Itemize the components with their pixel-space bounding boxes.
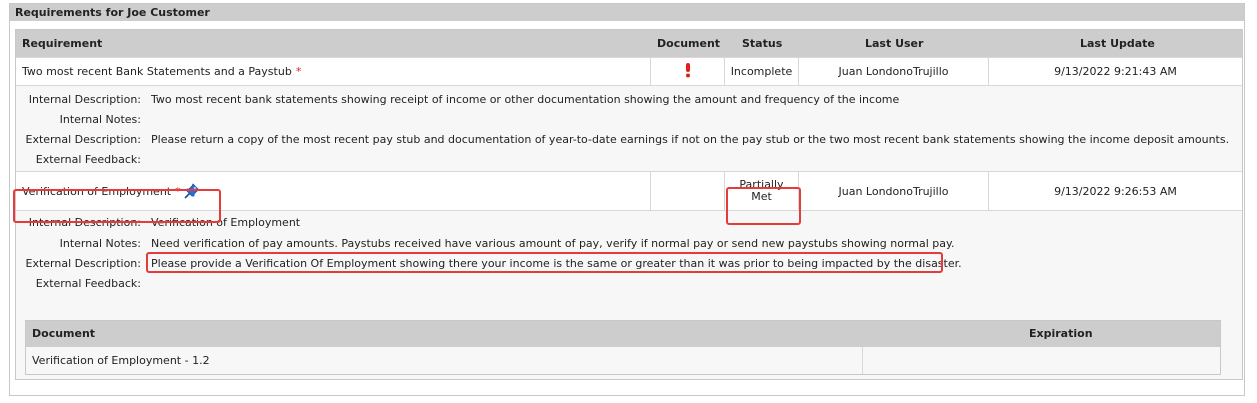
highlight-box-status xyxy=(726,187,801,225)
detail-line: Internal Description: Two most recent ba… xyxy=(16,90,1242,110)
external-description-label: External Description: xyxy=(25,133,142,146)
header-last-update: Last Update xyxy=(1080,37,1155,50)
external-feedback-label: External Feedback: xyxy=(35,153,141,166)
internal-description-label: Internal Description: xyxy=(28,93,141,106)
detail-line: Internal Notes: xyxy=(16,110,1242,130)
table-row[interactable]: Verification of Employment - 1.2 xyxy=(26,347,1220,374)
required-marker: * xyxy=(295,65,302,78)
header-expiration: Expiration xyxy=(1029,327,1093,340)
header-document: Document xyxy=(32,327,96,340)
expiration-cell xyxy=(863,347,1220,374)
detail-line: Internal Notes: Need verification of pay… xyxy=(16,234,1242,254)
header-last-user: Last User xyxy=(865,37,924,50)
header-document: Document xyxy=(657,37,721,50)
header-status: Status xyxy=(742,37,783,50)
documents-table: Document Expiration Verification of Empl… xyxy=(25,320,1221,375)
requirement-cell: Two most recent Bank Statements and a Pa… xyxy=(16,58,651,85)
highlight-box-requirement xyxy=(13,189,221,223)
detail-line: External Feedback: xyxy=(16,150,1242,170)
external-description-value: Please return a copy of the most recent … xyxy=(151,133,1230,146)
last-user-text: Juan LondonoTrujillo xyxy=(838,184,949,198)
header-requirement: Requirement xyxy=(22,37,103,50)
last-user-cell: Juan LondonoTrujillo xyxy=(799,58,989,85)
panel-title: Requirements for Joe Customer xyxy=(10,4,1244,21)
document-cell xyxy=(651,58,725,85)
internal-notes-label: Internal Notes: xyxy=(59,113,141,126)
last-user-cell: Juan LondonoTrujillo xyxy=(799,172,989,210)
detail-line: External Description: Please return a co… xyxy=(16,130,1242,150)
document-cell xyxy=(651,172,725,210)
requirement-name[interactable]: Two most recent Bank Statements and a Pa… xyxy=(22,65,292,78)
requirement-details: Internal Description: Two most recent ba… xyxy=(16,85,1242,171)
documents-header: Document Expiration xyxy=(26,321,1220,347)
last-update-text: 9/13/2022 9:26:53 AM xyxy=(1054,184,1177,198)
table-row[interactable]: Two most recent Bank Statements and a Pa… xyxy=(16,57,1242,85)
highlight-box-internal-notes xyxy=(146,252,943,273)
internal-notes-value: Need verification of pay amounts. Paystu… xyxy=(151,237,955,250)
last-update-text: 9/13/2022 9:21:43 AM xyxy=(1054,65,1177,78)
external-description-label: External Description: xyxy=(25,257,142,270)
internal-notes-label: Internal Notes: xyxy=(59,237,141,250)
status-text: Incomplete xyxy=(730,65,793,78)
last-update-cell: 9/13/2022 9:26:53 AM xyxy=(989,172,1242,210)
document-name-cell: Verification of Employment - 1.2 xyxy=(26,347,863,374)
last-update-cell: 9/13/2022 9:21:43 AM xyxy=(989,58,1242,85)
internal-description-value: Two most recent bank statements showing … xyxy=(151,93,900,106)
table-header: Requirement Document Status Last User La… xyxy=(16,30,1242,57)
document-name[interactable]: Verification of Employment - 1.2 xyxy=(32,354,210,367)
status-cell: Incomplete xyxy=(725,58,799,85)
detail-line: External Feedback: xyxy=(16,274,1242,294)
external-feedback-label: External Feedback: xyxy=(35,277,141,290)
requirements-panel: Requirements for Joe Customer Requiremen… xyxy=(9,3,1245,396)
exclamation-icon[interactable] xyxy=(685,62,691,81)
last-user-text: Juan LondonoTrujillo xyxy=(838,65,949,78)
